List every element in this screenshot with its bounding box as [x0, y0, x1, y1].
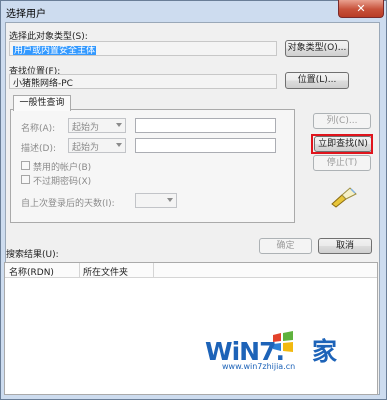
column-header-folder[interactable]: 所在文件夹 — [83, 265, 128, 278]
column-header-name[interactable]: 名称(RDN) — [9, 265, 54, 278]
non-expiring-password-checkbox[interactable] — [21, 175, 30, 184]
tab-general-query[interactable]: 一般性查询 — [13, 95, 71, 111]
non-expiring-password-label: 不过期密码(X) — [33, 177, 92, 187]
description-mode-value: 起始为 — [72, 143, 100, 153]
column-divider[interactable] — [153, 263, 154, 277]
location-button[interactable]: 位置(L)... — [285, 72, 349, 89]
cancel-button[interactable]: 取消 — [318, 238, 372, 254]
disabled-accounts-checkbox[interactable] — [21, 161, 30, 170]
location-field: 小猪熊网络-PC — [9, 74, 277, 89]
days-since-logon-label: 自上次登录后的天数(I): — [21, 199, 115, 209]
name-mode-select[interactable]: 起始为 — [68, 118, 126, 133]
close-button[interactable]: ✕ — [338, 0, 384, 18]
disabled-accounts-label: 禁用的帐户(B) — [33, 163, 92, 173]
object-type-value: 用户或内置安全主体 — [13, 46, 97, 56]
description-input[interactable] — [135, 138, 276, 153]
results-header: 名称(RDN) 所在文件夹 — [5, 263, 377, 278]
chevron-down-icon — [167, 198, 173, 202]
watermark-url: www.win7zhijia.cn — [222, 362, 296, 371]
days-since-logon-select[interactable] — [135, 193, 177, 208]
ok-button[interactable]: 确定 — [259, 238, 312, 254]
name-input[interactable] — [135, 118, 276, 133]
description-label: 描述(D): — [21, 144, 56, 154]
columns-button[interactable]: 列(C)... — [313, 113, 371, 129]
object-type-field: 用户或内置安全主体 — [9, 41, 277, 56]
flashlight-icon — [331, 187, 357, 208]
stop-button[interactable]: 停止(T) — [313, 155, 371, 171]
search-results-label: 搜索结果(U): — [6, 250, 59, 260]
column-divider[interactable] — [79, 263, 80, 277]
search-results-list[interactable]: 名称(RDN) 所在文件夹 — [4, 262, 378, 395]
name-mode-value: 起始为 — [72, 123, 100, 133]
description-mode-select[interactable]: 起始为 — [68, 138, 126, 153]
find-now-highlight — [311, 134, 373, 154]
chevron-down-icon — [116, 143, 122, 147]
name-label: 名称(A): — [21, 124, 56, 134]
object-type-button[interactable]: 对象类型(O)... — [285, 40, 349, 57]
chevron-down-icon — [116, 123, 122, 127]
window-title: 选择用户 — [6, 9, 46, 20]
watermark-brand-b: 家 — [311, 337, 337, 366]
close-icon: ✕ — [356, 2, 366, 15]
